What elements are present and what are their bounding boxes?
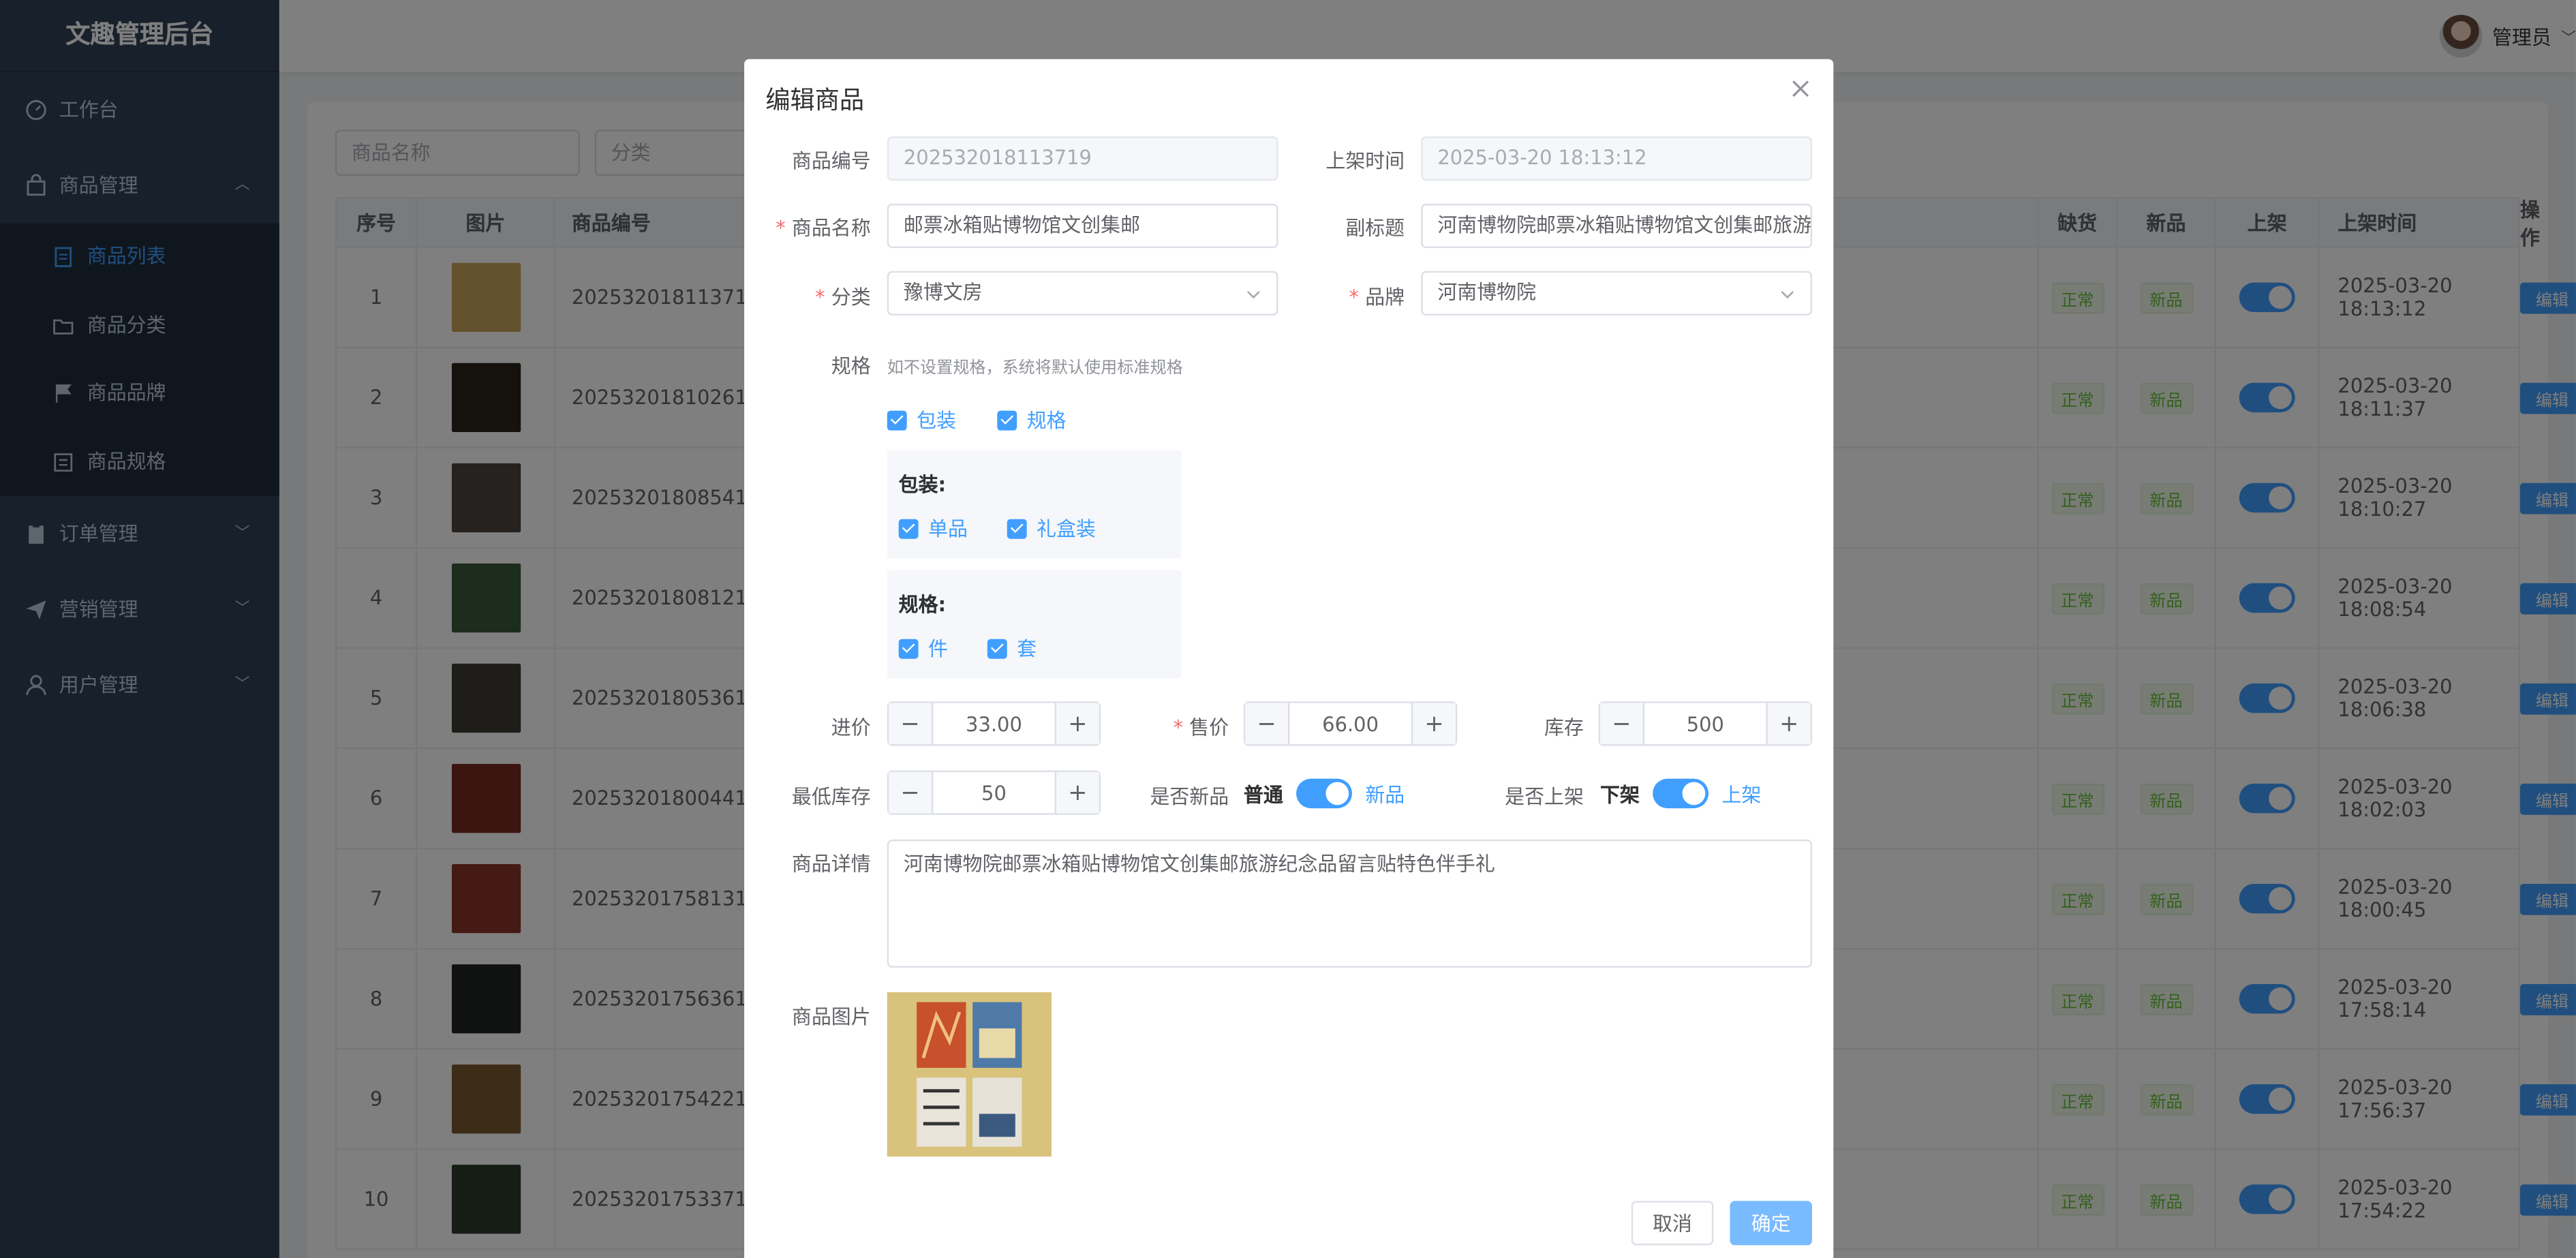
cost-stepper[interactable]: − 33.00 + bbox=[887, 701, 1101, 746]
detail-textarea[interactable]: 河南博物院邮票冰箱贴博物馆文创集邮旅游纪念品留言贴特色伴手礼 bbox=[887, 839, 1813, 968]
subtitle-field[interactable]: 河南博物院邮票冰箱贴博物馆文创集邮旅游纪念品 bbox=[1421, 203, 1813, 249]
product-image[interactable] bbox=[887, 992, 1052, 1157]
is-on-shelf-switch[interactable]: 下架 上架 bbox=[1600, 778, 1762, 809]
switch-on-text: 新品 bbox=[1365, 782, 1405, 806]
spec-hint: 如不设置规格，系统将默认使用标准规格 bbox=[887, 359, 1183, 378]
min-stock-stepper[interactable]: − 50 + bbox=[887, 770, 1101, 815]
checkbox-checked-icon bbox=[997, 410, 1017, 430]
is-new-switch[interactable]: 普通 新品 bbox=[1243, 778, 1405, 809]
product-code-field[interactable]: 202532018113719 bbox=[887, 136, 1278, 181]
checkbox-label: 包装 bbox=[917, 409, 957, 433]
edit-product-dialog: 编辑商品 商品编号 202532018113719 上架时间 2025-03-2… bbox=[744, 59, 1834, 1258]
price-value[interactable]: 66.00 bbox=[1289, 703, 1411, 744]
switch-off-text: 普通 bbox=[1243, 782, 1283, 806]
spec-type-checkbox-pack[interactable]: 包装 bbox=[887, 405, 956, 433]
stock-label: 库存 bbox=[1544, 716, 1584, 739]
confirm-button[interactable]: 确定 bbox=[1730, 1201, 1813, 1246]
minus-icon[interactable]: − bbox=[889, 703, 934, 745]
plus-icon[interactable]: + bbox=[1766, 703, 1811, 745]
cost-value[interactable]: 33.00 bbox=[933, 703, 1054, 744]
category-value: 豫博文房 bbox=[903, 281, 983, 304]
category-label: 分类 bbox=[739, 283, 871, 311]
product-code-label: 商品编号 bbox=[791, 149, 871, 173]
image-label: 商品图片 bbox=[791, 1005, 871, 1029]
product-name-field[interactable]: 邮票冰箱贴博物馆文创集邮 bbox=[887, 203, 1278, 249]
checkbox-label: 件 bbox=[928, 637, 949, 661]
stock-value[interactable]: 500 bbox=[1644, 703, 1766, 744]
detail-label: 商品详情 bbox=[791, 853, 871, 876]
checkbox-checked-icon bbox=[887, 410, 907, 430]
spec-option-piece[interactable]: 件 bbox=[898, 634, 949, 662]
plus-icon[interactable]: + bbox=[1054, 772, 1099, 814]
price-stepper[interactable]: − 66.00 + bbox=[1243, 701, 1458, 746]
checkbox-label: 规格 bbox=[1026, 409, 1067, 433]
shelf-time-field[interactable]: 2025-03-20 18:13:12 bbox=[1421, 136, 1813, 181]
spec-options-group: 规格: 件 套 bbox=[887, 570, 1182, 679]
close-icon[interactable] bbox=[1788, 76, 1814, 102]
checkbox-checked-icon bbox=[898, 518, 919, 538]
plus-icon[interactable]: + bbox=[1411, 703, 1456, 745]
chevron-down-icon bbox=[1246, 290, 1260, 299]
checkbox-checked-icon bbox=[1007, 518, 1027, 538]
pack-group-title: 包装: bbox=[898, 473, 947, 497]
spec-type-checkbox-spec[interactable]: 规格 bbox=[997, 405, 1067, 433]
shelf-time-label: 上架时间 bbox=[1325, 149, 1405, 173]
pack-options-group: 包装: 单品 礼盒装 bbox=[887, 450, 1182, 559]
pack-option-giftbox[interactable]: 礼盒装 bbox=[1007, 515, 1096, 542]
checkbox-checked-icon bbox=[898, 638, 919, 658]
is-new-label: 是否新品 bbox=[1150, 785, 1229, 809]
checkbox-label: 套 bbox=[1017, 637, 1037, 661]
cancel-button[interactable]: 取消 bbox=[1631, 1201, 1714, 1246]
toggle-switch[interactable] bbox=[1296, 778, 1353, 809]
brand-value: 河南博物院 bbox=[1437, 281, 1537, 304]
checkbox-label: 礼盒装 bbox=[1037, 517, 1096, 541]
price-label: 售价 bbox=[1097, 713, 1229, 741]
checkbox-label: 单品 bbox=[928, 517, 968, 541]
checkbox-checked-icon bbox=[987, 638, 1007, 658]
switch-off-text: 下架 bbox=[1600, 782, 1640, 806]
minus-icon[interactable]: − bbox=[889, 772, 934, 814]
category-select[interactable]: 豫博文房 bbox=[887, 271, 1278, 316]
product-name-label: 商品名称 bbox=[739, 213, 871, 241]
stock-stepper[interactable]: − 500 + bbox=[1598, 701, 1813, 746]
pack-option-single[interactable]: 单品 bbox=[898, 515, 968, 542]
spec-label: 规格 bbox=[831, 354, 871, 378]
is-on-shelf-label: 是否上架 bbox=[1505, 785, 1584, 809]
minus-icon[interactable]: − bbox=[1245, 703, 1290, 745]
spec-option-set[interactable]: 套 bbox=[987, 634, 1037, 662]
dialog-title: 编辑商品 bbox=[765, 85, 865, 115]
cost-label: 进价 bbox=[831, 716, 871, 739]
min-stock-label: 最低库存 bbox=[791, 785, 871, 809]
chevron-down-icon bbox=[1781, 290, 1794, 299]
minus-icon[interactable]: − bbox=[1600, 703, 1645, 745]
brand-label: 品牌 bbox=[1273, 283, 1405, 311]
min-stock-value[interactable]: 50 bbox=[933, 772, 1054, 813]
plus-icon[interactable]: + bbox=[1054, 703, 1099, 745]
spec-group-title: 规格: bbox=[898, 593, 947, 617]
stamp-image bbox=[887, 992, 1052, 1157]
brand-select[interactable]: 河南博物院 bbox=[1421, 271, 1813, 316]
subtitle-label: 副标题 bbox=[1345, 217, 1405, 240]
toggle-switch[interactable] bbox=[1653, 778, 1709, 809]
switch-on-text: 上架 bbox=[1721, 782, 1762, 806]
